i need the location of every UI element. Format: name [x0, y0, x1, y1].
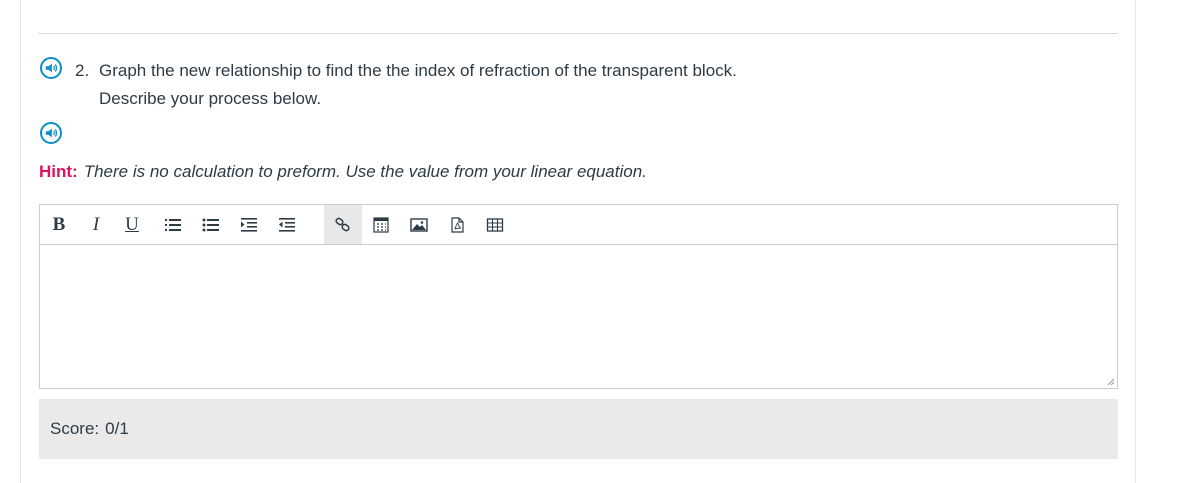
- image-icon: [410, 217, 428, 232]
- equation-button[interactable]: [362, 205, 400, 244]
- outdent-icon: [279, 217, 295, 232]
- indent-button[interactable]: [230, 205, 268, 244]
- section-divider: [38, 33, 1118, 34]
- hint-text: There is no calculation to preform. Use …: [83, 162, 647, 181]
- editor-toolbar: B I U: [39, 204, 1118, 245]
- link-icon: [335, 217, 350, 231]
- ordered-list-button[interactable]: [154, 205, 192, 244]
- pdf-icon: [451, 216, 464, 233]
- response-textarea[interactable]: [40, 245, 1117, 388]
- resize-handle-icon[interactable]: [1107, 378, 1115, 386]
- frame-left-border: [20, 0, 21, 483]
- unordered-list-button[interactable]: [192, 205, 230, 244]
- question-number: 2.: [75, 61, 90, 80]
- question-line-2: Describe your process below.: [99, 89, 322, 108]
- bold-button[interactable]: B: [40, 205, 78, 244]
- pdf-button[interactable]: [438, 205, 476, 244]
- hint-label: Hint:: [39, 162, 78, 181]
- indent-icon: [241, 217, 257, 232]
- italic-button[interactable]: I: [78, 205, 114, 244]
- question-text: 2. Graph the new relationship to find the…: [75, 57, 737, 113]
- table-button[interactable]: [476, 205, 514, 244]
- hint-audio-button[interactable]: [40, 122, 62, 144]
- score-panel: Score: 0/1: [39, 399, 1118, 459]
- equation-icon: [373, 216, 389, 233]
- question-audio-button[interactable]: [40, 57, 62, 79]
- score-value: 0/1: [105, 419, 129, 438]
- table-icon: [486, 217, 504, 232]
- link-button[interactable]: [324, 205, 362, 244]
- score-label: Score:: [50, 419, 100, 438]
- underline-button[interactable]: U: [114, 205, 150, 244]
- frame-right-border: [1135, 0, 1136, 483]
- outdent-button[interactable]: [268, 205, 306, 244]
- speaker-icon: [45, 63, 57, 73]
- response-editor[interactable]: [39, 245, 1118, 389]
- speaker-icon: [45, 128, 57, 138]
- question-line-1: Graph the new relationship to find the t…: [99, 61, 737, 80]
- ordered-list-icon: [165, 218, 181, 231]
- unordered-list-icon: [202, 218, 219, 231]
- hint: Hint: There is no calculation to preform.…: [39, 162, 647, 182]
- image-button[interactable]: [400, 205, 438, 244]
